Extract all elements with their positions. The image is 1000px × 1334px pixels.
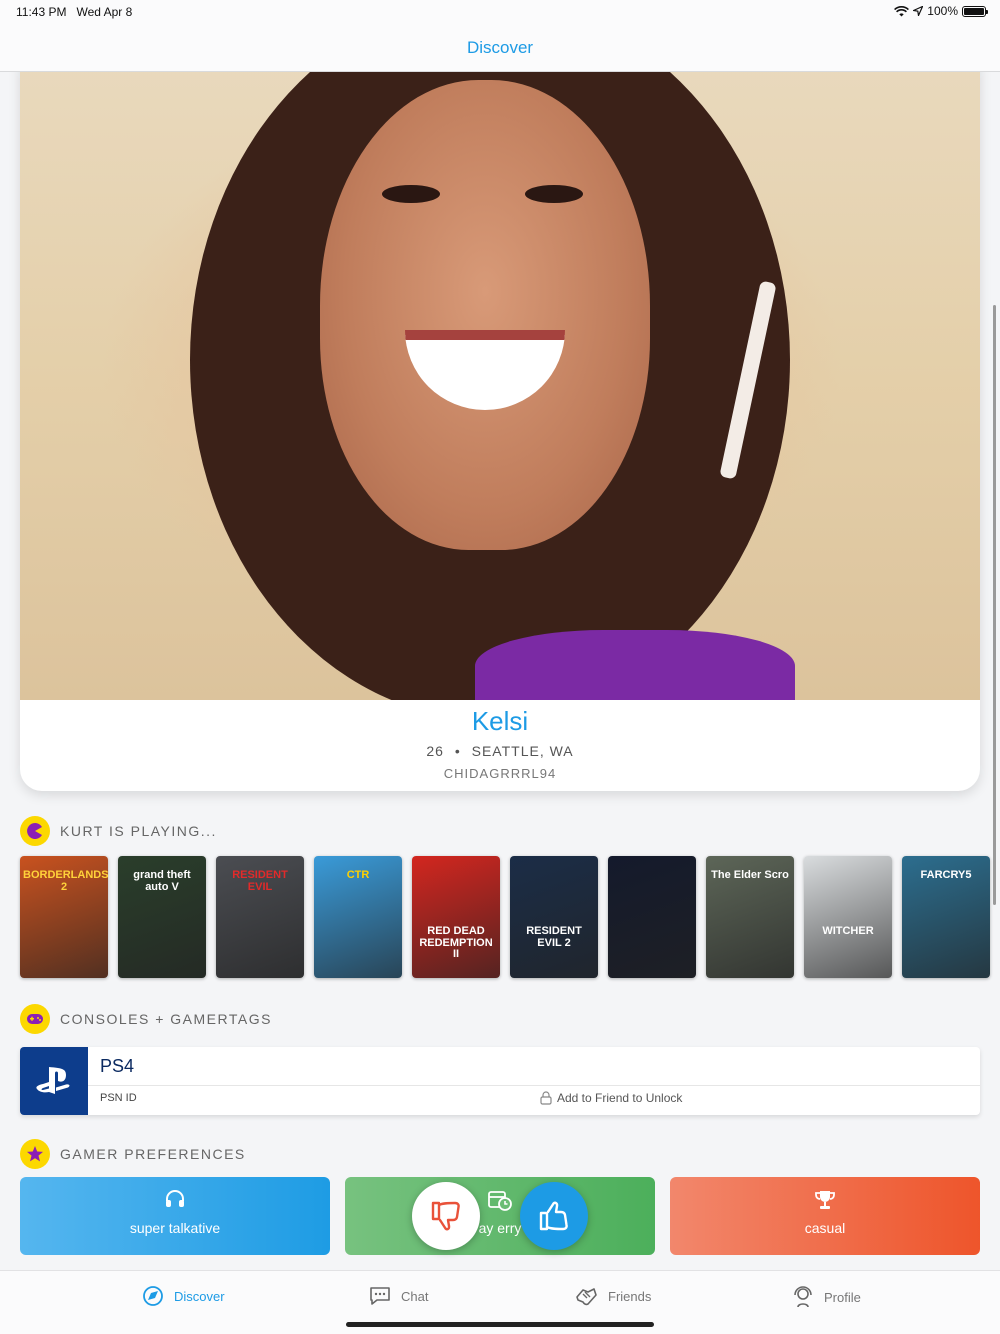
tab-label: Chat <box>401 1288 429 1304</box>
game-cover[interactable]: BORDERLANDS 2 <box>20 856 108 978</box>
profile-gamertag: CHIDAGRRRL94 <box>443 766 557 781</box>
thumbs-down-icon <box>431 1201 460 1231</box>
console-card-ps4[interactable]: PS4 PSN ID Add to Friend to Unlock <box>20 1047 980 1115</box>
unlock-gamertag-hint[interactable]: Add to Friend to Unlock <box>540 1091 682 1105</box>
console-divider <box>88 1085 980 1086</box>
game-cover[interactable] <box>608 856 696 978</box>
game-cover[interactable]: RED DEAD REDEMPTION II <box>412 856 500 978</box>
scrollbar[interactable] <box>993 305 996 905</box>
profile-age: 26 <box>426 743 444 759</box>
trophy-icon <box>670 1189 980 1211</box>
gamepad-icon <box>20 1004 50 1034</box>
like-button[interactable] <box>520 1182 588 1250</box>
battery-percent: 100% <box>927 4 958 18</box>
battery-icon <box>962 5 988 17</box>
profile-separator: • <box>454 743 461 759</box>
game-cover[interactable]: FARCRY5 <box>902 856 990 978</box>
console-id-label: PSN ID <box>100 1092 137 1104</box>
console-name: PS4 <box>100 1056 135 1076</box>
game-title: BORDERLANDS 2 <box>23 869 108 893</box>
unlock-text: Add to Friend to Unlock <box>557 1091 683 1105</box>
preference-casual: casual <box>670 1177 980 1255</box>
preference-label: super talkative <box>129 1220 221 1236</box>
game-cover[interactable]: WITCHER <box>804 856 892 978</box>
tab-label: Profile <box>824 1289 861 1305</box>
game-title: The Elder Scro <box>711 869 789 881</box>
game-title: RESIDENT EVIL <box>232 869 288 893</box>
home-indicator <box>346 1322 654 1327</box>
game-title: RESIDENT EVIL 2 <box>526 925 582 949</box>
headphones-icon <box>20 1189 330 1209</box>
tab-profile[interactable]: Profile <box>792 1285 861 1309</box>
game-title: WITCHER <box>822 925 874 937</box>
thumbs-up-icon <box>539 1201 568 1231</box>
dislike-button[interactable] <box>412 1182 480 1250</box>
wifi-icon <box>894 5 910 16</box>
top-bar: 11:43 PM Wed Apr 8 100% Discover <box>0 0 1000 72</box>
game-cover[interactable]: The Elder Scro <box>706 856 794 978</box>
game-list: BORDERLANDS 2 grand theft auto V RESIDENT … <box>20 856 990 978</box>
preferences-section-header: GAMER PREFERENCES <box>20 1139 246 1169</box>
preferences-section-title: GAMER PREFERENCES <box>60 1146 246 1162</box>
location-arrow-icon <box>913 6 924 16</box>
profile-name: Kelsi <box>471 706 529 736</box>
chat-icon <box>370 1287 390 1305</box>
game-title: RED DEAD REDEMPTION II <box>419 925 493 961</box>
pacman-icon <box>20 816 50 846</box>
profile-photo-face <box>320 80 650 550</box>
profile-age-location: 26 • SEATTLE, WA <box>20 743 980 759</box>
discover-icon <box>143 1286 163 1306</box>
consoles-section-header: CONSOLES + GAMERTAGS <box>20 1004 272 1034</box>
page-title: Discover <box>466 38 534 57</box>
tab-label: Discover <box>174 1288 225 1304</box>
status-time: 11:43 PM Wed Apr 8 <box>16 5 132 19</box>
profile-icon <box>794 1286 812 1308</box>
game-title: FARCRY5 <box>920 869 972 881</box>
preference-availability: ay erry <box>345 1177 655 1255</box>
game-cover[interactable]: RESIDENT EVIL <box>216 856 304 978</box>
status-clock: 11:43 PM <box>16 5 67 19</box>
star-icon <box>20 1139 50 1169</box>
playing-section-header: KURT IS PLAYING... <box>20 816 217 846</box>
profile-location: SEATTLE, WA <box>471 743 574 759</box>
game-title: CTR <box>346 869 370 881</box>
consoles-section-title: CONSOLES + GAMERTAGS <box>60 1011 272 1027</box>
tab-label: Friends <box>608 1288 652 1304</box>
tab-friends[interactable]: Friends <box>574 1285 651 1307</box>
lock-icon <box>540 1091 552 1105</box>
playing-section-title: KURT IS PLAYING... <box>60 823 217 839</box>
calendar-clock-icon <box>345 1189 655 1211</box>
profile-card[interactable]: Kelsi 26 • SEATTLE, WA CHIDAGRRRL94 <box>20 60 980 791</box>
game-cover[interactable]: grand theft auto V <box>118 856 206 978</box>
status-date: Wed Apr 8 <box>76 5 133 19</box>
game-cover[interactable]: RESIDENT EVIL 2 <box>510 856 598 978</box>
tab-chat[interactable]: Chat <box>369 1285 428 1307</box>
preference-label: ay erry <box>478 1220 522 1236</box>
friends-icon <box>576 1288 597 1306</box>
status-indicators: 100% <box>894 4 988 18</box>
discover-screen: 11:43 PM Wed Apr 8 100% Discover Kelsi 2… <box>0 0 1000 1334</box>
playstation-logo-icon <box>20 1047 88 1115</box>
preference-talkative: super talkative <box>20 1177 330 1255</box>
game-title: grand theft auto V <box>133 869 191 893</box>
game-cover[interactable]: CTR <box>314 856 402 978</box>
profile-photo[interactable] <box>20 60 980 700</box>
preference-label: casual <box>804 1220 846 1236</box>
tab-discover[interactable]: Discover <box>142 1285 225 1307</box>
